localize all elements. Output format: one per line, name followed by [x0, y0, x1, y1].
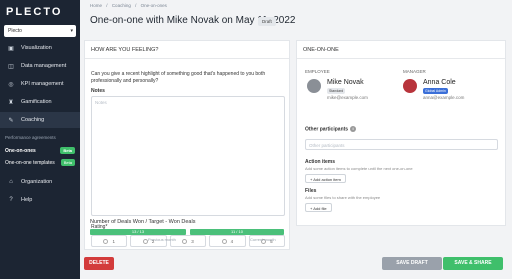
manager-role-badge: Global Admin [423, 88, 448, 94]
one-on-one-panel: ONE-ON-ONE EMPLOYEE Mike Novak Standard … [296, 40, 506, 226]
database-icon: ◫ [8, 63, 14, 70]
sidebar-item-label: Coaching [21, 117, 45, 123]
sidebar-item-visualization[interactable]: ▣ Visualization [0, 40, 80, 56]
kpi-caption-previous: Previous month [148, 237, 176, 242]
kpi-caption-current: Current month [250, 237, 276, 242]
beta-badge: Beta [60, 147, 75, 154]
kpi-icon: ◎ [8, 81, 14, 88]
trophy-icon: ♜ [8, 99, 14, 106]
rating-value: 4 [230, 238, 234, 244]
breadcrumb-separator: / [135, 3, 137, 8]
kpi-bar-previous: 13 / 13 [90, 229, 186, 235]
sidebar-item-label: Visualization [21, 45, 52, 51]
notes-label: Notes [91, 88, 105, 94]
sidebar-subsection-title: Performance agreements [5, 135, 56, 140]
org-select-value: Plecto [8, 28, 22, 34]
chart-icon: ▣ [8, 45, 14, 52]
manager-name: Anna Cole [423, 79, 456, 86]
action-items-title: Action items [305, 159, 336, 165]
save-draft-button[interactable]: SAVE DRAFT [382, 257, 442, 270]
org-select[interactable]: Plecto ▾ [4, 25, 76, 37]
rating-value: 3 [191, 238, 194, 244]
participants-input[interactable]: Other participants [305, 139, 498, 150]
employee-name: Mike Novak [327, 79, 364, 86]
radio-icon [221, 238, 227, 244]
plecto-logo[interactable]: PLECTO [6, 6, 62, 18]
kpi-title: Number of Deals Won / Target - Won Deals [90, 219, 196, 225]
panel-header: ONE-ON-ONE [297, 41, 505, 59]
sidebar-item-one-on-ones[interactable]: One-on-ones Beta [5, 146, 75, 155]
rating-option-1[interactable]: 1 [91, 235, 128, 247]
rating-value: 1 [112, 238, 115, 244]
panel-header: HOW ARE YOU FEELING? [85, 41, 289, 59]
files-title: Files [305, 188, 317, 194]
breadcrumb-one-on-ones[interactable]: One-on-ones [141, 3, 167, 8]
add-file-button[interactable]: + Add file [305, 203, 332, 212]
save-share-button[interactable]: SAVE & SHARE [443, 257, 503, 270]
sidebar-item-label: One-on-ones [5, 147, 36, 154]
sidebar-item-data-management[interactable]: ◫ Data management [0, 58, 80, 74]
action-items-desc: Add some action items to complete until … [305, 166, 413, 171]
question-text: Can you give a recent highlight of somet… [91, 71, 266, 84]
employee-avatar [307, 79, 321, 93]
rating-option-4[interactable]: 4 [209, 235, 246, 247]
sidebar-item-label: Organization [21, 179, 53, 185]
add-action-item-button[interactable]: + Add action item [305, 174, 346, 183]
kpi-bar-current: 11 / 10 [190, 229, 284, 235]
participants-section: Other participants i [305, 126, 357, 133]
notes-textarea[interactable]: Notes [91, 96, 285, 216]
files-desc: Add some files to share with the employe… [305, 195, 381, 200]
org-icon: ⌂ [9, 179, 13, 185]
manager-label: MANAGER [403, 69, 426, 74]
breadcrumb: Home / Coaching / One-on-ones [90, 3, 170, 8]
sidebar-item-label: Data management [21, 63, 67, 69]
add-action-item-label: Add action item [313, 177, 341, 182]
chevron-down-icon: ▾ [70, 28, 73, 34]
radio-icon [182, 238, 188, 244]
delete-button[interactable]: DELETE [84, 257, 114, 270]
employee-label: EMPLOYEE [305, 69, 330, 74]
sidebar-item-gamification[interactable]: ♜ Gamification [0, 94, 80, 110]
breadcrumb-home[interactable]: Home [90, 3, 102, 8]
beta-badge: Beta [60, 159, 75, 166]
sidebar-item-kpi-management[interactable]: ◎ KPI management [0, 76, 80, 92]
sidebar-item-label: KPI management [21, 81, 64, 87]
coaching-icon: ✎ [8, 117, 14, 124]
help-icon: ? [9, 197, 13, 203]
participants-label: Other participants [305, 126, 349, 133]
radio-icon [103, 238, 109, 244]
status-badge: Draft [258, 17, 276, 26]
sidebar-item-label: One-on-one templates [5, 159, 55, 166]
sidebar-item-organization[interactable]: ⌂ Organization [0, 174, 80, 190]
breadcrumb-coaching[interactable]: Coaching [112, 3, 131, 8]
sidebar-item-one-on-one-templates[interactable]: One-on-one templates Beta [5, 158, 75, 167]
sidebar-item-label: Gamification [21, 99, 52, 105]
breadcrumb-separator: / [106, 3, 108, 8]
sidebar: PLECTO Plecto ▾ ▣ Visualization ◫ Data m… [0, 0, 80, 279]
add-file-label: Add file [313, 206, 327, 211]
sidebar-item-label: Help [21, 197, 33, 203]
sidebar-item-coaching[interactable]: ✎ Coaching [0, 112, 80, 128]
sidebar-item-help[interactable]: ? Help [0, 192, 80, 208]
manager-email: anna@example.com [423, 95, 465, 100]
employee-email: mike@example.com [327, 95, 368, 100]
employee-role-badge: Standard [327, 88, 346, 94]
info-icon[interactable]: i [350, 126, 357, 132]
manager-avatar [403, 79, 417, 93]
